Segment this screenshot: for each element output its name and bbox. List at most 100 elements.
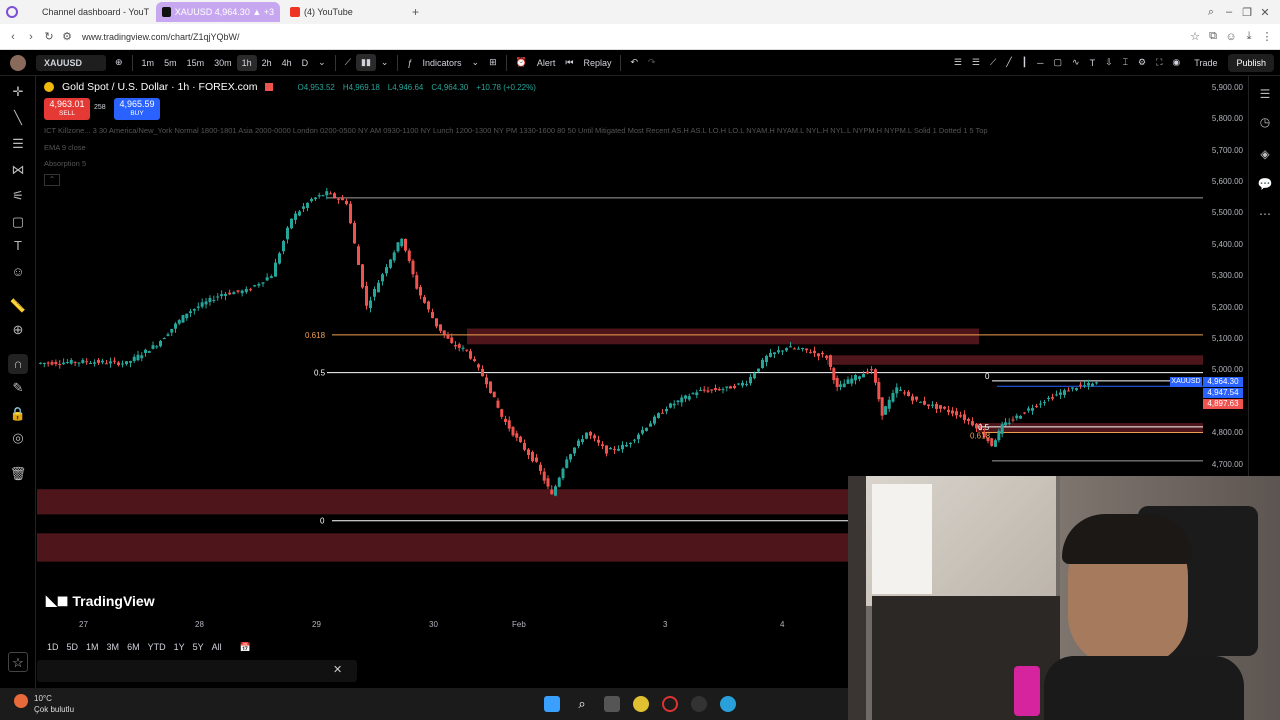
new-tab-button[interactable]: + xyxy=(412,5,419,19)
emoji-icon[interactable]: ☺ xyxy=(8,262,28,282)
line-chart-icon[interactable]: ⟋ xyxy=(340,54,356,71)
weather-temperature[interactable]: 10°C xyxy=(34,694,52,703)
back-icon[interactable]: ‹ xyxy=(4,31,22,43)
alerts-clock-icon[interactable]: ◷ xyxy=(1257,114,1273,130)
symbol-search[interactable]: XAUUSD xyxy=(36,54,106,71)
layouts-icon[interactable]: ⊞ xyxy=(484,54,502,71)
download-icon[interactable]: ⤓ xyxy=(1240,30,1258,43)
brush-icon[interactable]: ∿ xyxy=(1067,54,1085,71)
chrome-icon[interactable] xyxy=(633,696,649,712)
trade-button[interactable]: Trade xyxy=(1189,55,1222,71)
range-1y[interactable]: 1Y xyxy=(174,642,185,652)
range-all[interactable]: All xyxy=(212,642,222,652)
timeframe-15m[interactable]: 15m xyxy=(182,55,210,71)
chevron-down-icon[interactable]: ⌄ xyxy=(313,54,331,71)
range-ytd[interactable]: YTD xyxy=(148,642,166,652)
timeframe-2h[interactable]: 2h xyxy=(257,55,277,71)
trash-icon[interactable]: 🗑 xyxy=(8,464,28,484)
collapse-legend-icon[interactable]: ⌃ xyxy=(44,174,60,186)
task-view-icon[interactable] xyxy=(604,696,620,712)
settings-icon[interactable]: ⚙ xyxy=(1133,54,1151,71)
undo-icon[interactable]: ↶ xyxy=(625,54,643,71)
lock-icon[interactable]: 🔒 xyxy=(8,404,28,424)
fullscreen-icon[interactable]: ⛶ xyxy=(1151,54,1167,71)
magnet-icon[interactable]: ∩ xyxy=(8,354,28,374)
alert-icon[interactable]: ⏰ xyxy=(511,54,532,71)
drawing-tool-icon[interactable]: ☰ xyxy=(967,54,985,71)
camera-icon[interactable]: ◉ xyxy=(1167,54,1185,71)
telegram-icon[interactable] xyxy=(720,696,736,712)
crosshair-icon[interactable]: ✛ xyxy=(8,82,28,102)
browser-tab-xauusd[interactable]: XAUUSD 4,964.30 ▲ +3 xyxy=(156,2,280,22)
opera-icon[interactable] xyxy=(662,696,678,712)
menu-icon[interactable]: ⋮ xyxy=(1258,30,1276,43)
close-window-icon[interactable]: ✕ xyxy=(1256,6,1274,19)
avatar[interactable] xyxy=(10,54,26,71)
search-icon[interactable]: ⌕ xyxy=(574,696,590,712)
rectangle-icon[interactable]: ▢ xyxy=(1049,54,1068,71)
watchlist-icon[interactable]: ☰ xyxy=(1257,86,1273,102)
layers-icon[interactable]: ◈ xyxy=(1257,146,1273,162)
url-field[interactable]: www.tradingview.com/chart/Z1qjYQbW/ xyxy=(82,32,240,42)
vertical-line-icon[interactable]: ┃ xyxy=(1017,54,1032,71)
shapes-icon[interactable]: ▢ xyxy=(8,212,28,232)
indicator-ema[interactable]: EMA 9 close xyxy=(44,143,988,152)
timeframe-4h[interactable]: 4h xyxy=(277,55,297,71)
drawing-tool-icon[interactable]: ☰ xyxy=(949,54,967,71)
indicators-button[interactable]: Indicators xyxy=(417,55,466,71)
chat-icon[interactable]: 💬 xyxy=(1257,176,1273,192)
fib-retracement-icon[interactable]: ☰ xyxy=(8,134,28,154)
chevron-down-icon[interactable]: ⌄ xyxy=(467,54,485,71)
extensions-icon[interactable]: ⧉ xyxy=(1204,30,1222,43)
forecast-icon[interactable]: ⚟ xyxy=(8,186,28,206)
buy-button[interactable]: 4,965.59 BUY xyxy=(114,98,160,120)
browser-tab-youtube[interactable]: (4) YouTube xyxy=(284,2,404,22)
zoom-in-icon[interactable]: ⊕ xyxy=(8,320,28,340)
horizontal-line-icon[interactable]: ─ xyxy=(1032,55,1048,71)
timeframe-30m[interactable]: 30m xyxy=(209,55,237,71)
site-info-icon[interactable]: ⚙ xyxy=(58,30,76,43)
weather-icon[interactable] xyxy=(14,694,28,708)
keep-drawing-icon[interactable]: ✎ xyxy=(8,378,28,398)
indicator-killzone[interactable]: ICT Killzone... 3 30 America/New_York No… xyxy=(44,126,988,135)
publish-button[interactable]: Publish xyxy=(1228,53,1274,72)
text-tool-icon[interactable]: T xyxy=(1085,55,1101,71)
obs-icon[interactable] xyxy=(691,696,707,712)
timeframe-1h[interactable]: 1h xyxy=(236,54,257,71)
close-panel-icon[interactable]: ✕ xyxy=(333,663,342,676)
pattern-icon[interactable]: ⋈ xyxy=(8,160,28,180)
search-tabs-icon[interactable]: ⌕ xyxy=(1202,6,1220,19)
chevron-down-icon[interactable]: ⌄ xyxy=(376,54,394,71)
indicator-absorption[interactable]: Absorption 5 xyxy=(44,159,988,168)
arrow-down-icon[interactable]: ⇩ xyxy=(1100,54,1118,71)
price-axis[interactable]: 5,900.00 5,800.00 5,700.00 5,600.00 5,50… xyxy=(1170,76,1247,476)
range-5d[interactable]: 5D xyxy=(67,642,79,652)
forward-icon[interactable]: › xyxy=(22,31,40,43)
measure-icon[interactable]: ⌶ xyxy=(1118,54,1133,71)
bookmark-icon[interactable]: ☆ xyxy=(1186,30,1204,43)
profile-icon[interactable]: ☺ xyxy=(1222,31,1240,43)
replay-icon[interactable]: ⏮ xyxy=(560,54,578,71)
range-1d[interactable]: 1D xyxy=(47,642,59,652)
minimize-icon[interactable]: – xyxy=(1220,6,1238,18)
trend-tool-icon[interactable]: ⟋ xyxy=(985,54,1001,71)
timeframe-1m[interactable]: 1m xyxy=(137,55,160,71)
range-6m[interactable]: 6M xyxy=(127,642,140,652)
range-1m[interactable]: 1M xyxy=(86,642,99,652)
browser-logo-icon[interactable] xyxy=(6,6,18,18)
eye-icon[interactable]: ◎ xyxy=(8,428,28,448)
compare-add-icon[interactable]: ⊕ xyxy=(110,54,128,71)
sell-button[interactable]: 4,963.01 SELL xyxy=(44,98,90,120)
reload-icon[interactable]: ↻ xyxy=(40,30,58,43)
redo-icon[interactable]: ↷ xyxy=(643,54,661,71)
range-3m[interactable]: 3M xyxy=(107,642,120,652)
range-5y[interactable]: 5Y xyxy=(193,642,204,652)
candles-icon[interactable]: ▮▮ xyxy=(356,54,376,71)
timeframe-d[interactable]: D xyxy=(297,55,314,71)
replay-button[interactable]: Replay xyxy=(578,55,616,71)
alert-button[interactable]: Alert xyxy=(532,55,561,71)
goto-date-icon[interactable]: 📅 xyxy=(240,642,251,653)
indicators-icon[interactable]: ƒ xyxy=(402,55,417,71)
text-icon[interactable]: T xyxy=(8,236,28,256)
weather-condition[interactable]: Çok bulutlu xyxy=(34,705,74,714)
